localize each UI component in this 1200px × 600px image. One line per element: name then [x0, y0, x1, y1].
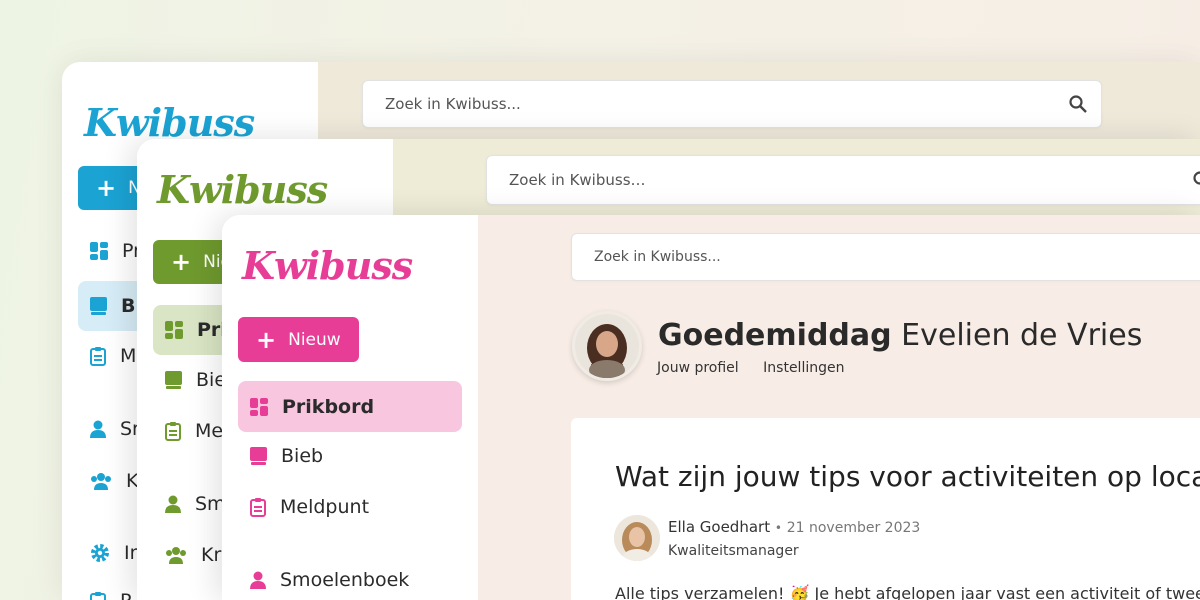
- search-icon[interactable]: [1193, 171, 1200, 189]
- plus-icon: +: [171, 248, 192, 276]
- gear-icon: [91, 544, 109, 562]
- sidebar-item-label: Prikbord: [282, 395, 375, 418]
- person-icon: [250, 571, 266, 589]
- dashboard-icon: [250, 397, 268, 416]
- new-button-label: Nieuw: [288, 329, 341, 350]
- post-body: Alle tips verzamelen! 🥳 Je hebt afgelope…: [615, 584, 1200, 600]
- group-icon: [91, 473, 111, 490]
- search-icon[interactable]: [1069, 95, 1087, 113]
- post-title[interactable]: Wat zijn jouw tips voor activiteiten op …: [615, 460, 1200, 493]
- search-input[interactable]: Zoek in Kwibuss…: [486, 155, 1200, 205]
- person-icon: [165, 495, 181, 513]
- meta-separator: •: [774, 521, 782, 535]
- sidebar-item-prikbord[interactable]: Prikbord: [238, 381, 462, 432]
- author-avatar[interactable]: [614, 515, 660, 561]
- book-icon: [250, 447, 267, 465]
- new-button[interactable]: + Nieuw: [238, 317, 359, 362]
- clipboard-icon: [165, 421, 181, 441]
- search-input[interactable]: Zoek in Kwibuss...: [571, 233, 1200, 281]
- dashboard-icon: [90, 242, 108, 260]
- sidebar-item-label: Bieb: [281, 445, 324, 467]
- sidebar-item-meldpunt[interactable]: M: [90, 345, 136, 367]
- app-window-pink: Kwibuss + Nieuw Prikbord Bieb Meldpunt S…: [222, 215, 1200, 600]
- search-placeholder: Zoek in Kwibuss...: [385, 95, 521, 113]
- settings-link[interactable]: Instellingen: [763, 360, 844, 376]
- kwibuss-logo: Kwibuss: [157, 167, 328, 212]
- clipboard-icon: [250, 497, 266, 517]
- kwibuss-logo: Kwibuss: [242, 243, 413, 288]
- sidebar-item-instellingen[interactable]: In: [90, 542, 142, 564]
- author-name[interactable]: Ella Goedhart: [668, 518, 770, 536]
- person-icon: [90, 420, 106, 438]
- dashboard-icon: [165, 321, 183, 339]
- post-date: 21 november 2023: [786, 520, 921, 536]
- sidebar-item-smoelenboek[interactable]: Sr: [90, 418, 140, 440]
- profile-link[interactable]: Jouw profiel: [657, 360, 739, 376]
- sidebar-item-meldpunt[interactable]: Me: [165, 420, 223, 442]
- sidebar-item-label: P: [120, 590, 131, 600]
- main-area-pink: Zoek in Kwibuss... Goedemiddag Evelien d…: [478, 215, 1200, 600]
- sidebar-item-smoelenboek[interactable]: Sm: [165, 493, 226, 515]
- post-meta: Ella Goedhart • 21 november 2023: [668, 518, 920, 536]
- sidebar-item-smoelenboek[interactable]: Smoelenboek: [250, 569, 409, 591]
- greeting-name: Evelien de Vries: [901, 318, 1143, 353]
- sidebar-item-prikbord[interactable]: Pr: [90, 240, 141, 262]
- sidebar-item-label: Me: [195, 420, 224, 442]
- sidebar-item-meldpunt[interactable]: Meldpunt: [250, 496, 369, 518]
- sidebar-item-extra[interactable]: P: [90, 590, 131, 600]
- sidebar-item-label: Smoelenboek: [280, 569, 410, 591]
- book-icon: [165, 371, 182, 389]
- sidebar-item-label: M: [120, 345, 137, 367]
- sidebar-item-bieb[interactable]: Bieb: [250, 445, 323, 467]
- clipboard-icon: [90, 346, 106, 366]
- profile-links: Jouw profiel Instellingen: [657, 360, 844, 376]
- clipboard-icon: [90, 591, 106, 600]
- sidebar-item-bieb[interactable]: Bie: [165, 369, 226, 391]
- search-placeholder: Zoek in Kwibuss...: [594, 249, 721, 265]
- book-icon: [90, 297, 107, 315]
- sidebar-item-label: Sm: [195, 493, 226, 515]
- search-placeholder: Zoek in Kwibuss…: [509, 171, 646, 189]
- user-avatar[interactable]: [572, 311, 642, 381]
- plus-icon: +: [256, 325, 277, 354]
- sidebar-item-label: Meldpunt: [280, 496, 370, 518]
- plus-icon: +: [96, 174, 117, 202]
- sidebar-pink: Kwibuss + Nieuw Prikbord Bieb Meldpunt S…: [222, 215, 478, 600]
- greeting-heading: Goedemiddag Evelien de Vries: [658, 318, 1142, 353]
- post-card: Wat zijn jouw tips voor activiteiten op …: [571, 418, 1200, 600]
- greeting-prefix: Goedemiddag: [658, 318, 892, 353]
- author-role: Kwaliteitsmanager: [668, 543, 799, 559]
- search-input[interactable]: Zoek in Kwibuss...: [362, 80, 1102, 128]
- group-icon: [166, 547, 186, 564]
